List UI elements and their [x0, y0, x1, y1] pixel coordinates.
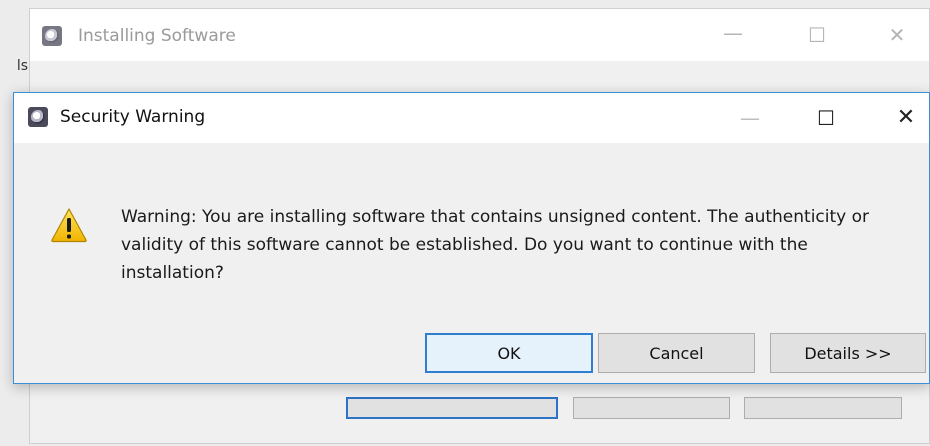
background-secondary-button[interactable]	[573, 397, 730, 419]
ok-button[interactable]: OK	[425, 333, 593, 373]
installing-software-titlebar[interactable]: Installing Software — ☐ ✕	[30, 9, 929, 61]
installing-software-title: Installing Software	[78, 26, 236, 46]
maximize-icon[interactable]: ☐	[806, 103, 846, 133]
security-warning-titlebar[interactable]: Security Warning — ☐ ✕	[14, 93, 929, 143]
warning-message: Warning: You are installing software tha…	[121, 207, 870, 283]
eclipse-app-icon	[28, 107, 48, 127]
close-icon[interactable]: ✕	[882, 23, 912, 47]
background-tertiary-button[interactable]	[744, 397, 902, 419]
minimize-icon[interactable]: —	[730, 103, 770, 133]
background-label-fragment: ls	[16, 58, 28, 74]
warning-triangle-icon	[51, 208, 87, 243]
eclipse-app-icon	[42, 26, 62, 46]
maximize-icon[interactable]: ☐	[802, 23, 832, 47]
security-warning-dialog: Security Warning — ☐ ✕ Warning: You are …	[13, 92, 930, 384]
desktop: ls Installing Software — ☐ ✕ Security Wa…	[0, 0, 930, 446]
background-primary-button[interactable]	[346, 397, 558, 419]
minimize-icon[interactable]: —	[718, 21, 748, 45]
details-button[interactable]: Details >>	[770, 333, 926, 373]
cancel-button[interactable]: Cancel	[598, 333, 755, 373]
dialog-title: Security Warning	[60, 107, 206, 127]
close-icon[interactable]: ✕	[886, 103, 926, 133]
